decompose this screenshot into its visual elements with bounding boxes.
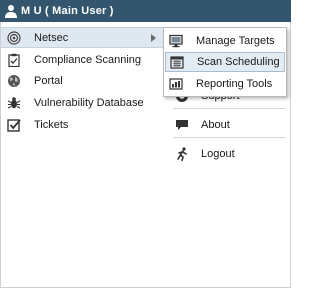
- menu-item-label: Vulnerability Database: [34, 96, 144, 109]
- menu-item-compliance-scanning[interactable]: Compliance Scanning: [1, 49, 167, 70]
- checkbox-icon: [7, 118, 21, 132]
- report-icon: [169, 77, 183, 91]
- menu-item-about[interactable]: About: [167, 114, 292, 136]
- top-bar: M U ( Main User ): [0, 0, 291, 22]
- speech-bubble-icon: [175, 118, 189, 132]
- submenu-item-label: Reporting Tools: [196, 78, 273, 90]
- submenu-arrow-icon: [151, 33, 156, 42]
- menu-item-tickets[interactable]: Tickets: [1, 114, 167, 135]
- calendar-icon: [170, 55, 184, 69]
- user-icon: [5, 5, 17, 18]
- netsec-submenu: Manage Targets Scan Scheduling Reporting…: [163, 27, 287, 97]
- submenu-item-label: Scan Scheduling: [197, 56, 280, 68]
- menu-item-label: About: [201, 119, 230, 131]
- clipboard-check-icon: [7, 53, 21, 67]
- menu-item-label: Netsec: [34, 31, 69, 44]
- menu-item-portal[interactable]: Portal: [1, 70, 167, 91]
- menu-item-label: Compliance Scanning: [34, 53, 142, 66]
- submenu-item-manage-targets[interactable]: Manage Targets: [165, 31, 285, 51]
- user-name-link[interactable]: M U ( Main User ): [21, 5, 114, 17]
- menu-item-logout[interactable]: Logout: [167, 143, 292, 165]
- menu-item-label: Logout: [201, 148, 235, 160]
- globe-icon: [7, 74, 21, 88]
- menu-item-vulnerability-database[interactable]: Vulnerability Database: [1, 92, 167, 113]
- radar-icon: [7, 30, 21, 45]
- submenu-item-scan-scheduling[interactable]: Scan Scheduling: [165, 52, 285, 72]
- divider: [173, 137, 285, 138]
- menu-item-label: Portal: [34, 74, 63, 87]
- running-man-icon: [175, 147, 189, 161]
- bug-icon: [7, 96, 21, 110]
- monitor-icon: [169, 34, 183, 48]
- submenu-item-label: Manage Targets: [196, 35, 275, 47]
- menu-item-netsec[interactable]: Netsec: [1, 27, 167, 48]
- divider: [173, 108, 285, 109]
- menu-item-label: Tickets: [34, 118, 69, 131]
- submenu-item-reporting-tools[interactable]: Reporting Tools: [165, 74, 285, 94]
